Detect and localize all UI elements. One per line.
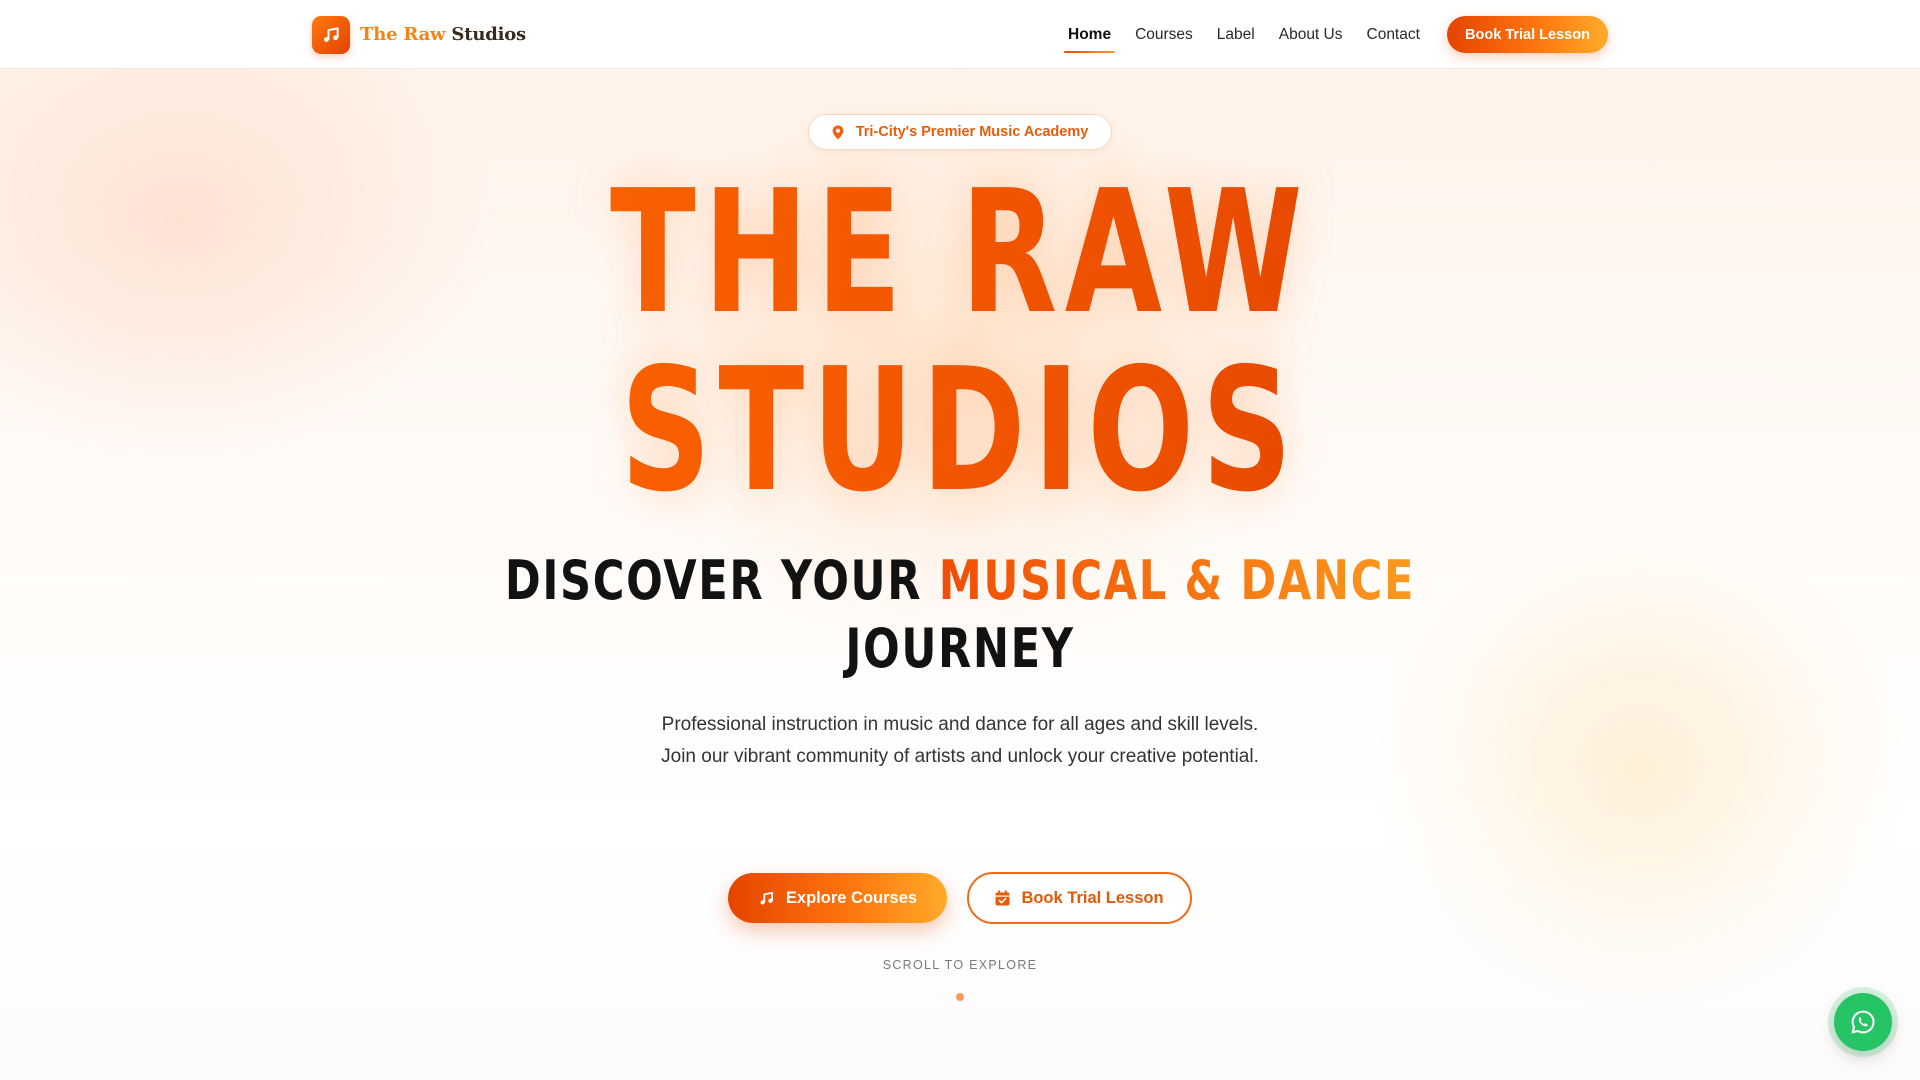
brand-logo-link[interactable]: The Raw Studios: [312, 15, 526, 54]
location-badge: Tri-City's Premier Music Academy: [808, 114, 1112, 150]
hero-description: Professional instruction in music and da…: [660, 709, 1260, 773]
book-trial-lesson-button[interactable]: Book Trial Lesson: [967, 872, 1192, 924]
hero-subtitle-highlight: MUSICAL & DANCE: [938, 549, 1416, 612]
brand-name-part2: Studios: [445, 24, 526, 45]
explore-courses-button[interactable]: Explore Courses: [728, 873, 947, 923]
scroll-indicator-dot[interactable]: [956, 993, 964, 1001]
hero-subtitle-prefix: DISCOVER YOUR: [504, 549, 939, 612]
navbar: The Raw Studios Home Courses Label About…: [0, 0, 1920, 69]
hero-description-line2: Join our vibrant community of artists an…: [661, 746, 1259, 767]
hero-section: Tri-City's Premier Music Academy THE RAW…: [0, 69, 1920, 1080]
location-badge-text: Tri-City's Premier Music Academy: [855, 124, 1089, 140]
scroll-hint: SCROLL TO EXPLORE: [882, 958, 1038, 972]
nav-link-contact[interactable]: Contact: [1359, 0, 1428, 69]
brand-name: The Raw Studios: [360, 24, 526, 45]
nav-link-about-us[interactable]: About Us: [1271, 0, 1351, 69]
music-note-icon: [312, 15, 350, 54]
hero-subtitle-suffix: JOURNEY: [845, 617, 1075, 680]
nav-link-courses[interactable]: Courses: [1127, 0, 1201, 69]
whatsapp-chat-button[interactable]: [1834, 993, 1892, 1051]
hero-title-line1: THE RAW: [610, 154, 1310, 352]
brand-name-part1: The Raw: [360, 24, 446, 45]
hero-title-line2: STUDIOS: [620, 332, 1300, 530]
main-nav: Home Courses Label About Us Contact: [1060, 0, 1436, 69]
hero-subtitle-line1: DISCOVER YOUR MUSICAL & DANCE: [192, 547, 1728, 615]
hero-description-line1: Professional instruction in music and da…: [661, 714, 1259, 735]
nav-link-label[interactable]: Label: [1209, 0, 1263, 69]
music-note-icon: [758, 890, 775, 907]
hero-subtitle: DISCOVER YOUR MUSICAL & DANCE JOURNEY: [192, 547, 1728, 683]
hero-title: THE RAW STUDIOS: [250, 164, 1671, 520]
explore-courses-label: Explore Courses: [785, 888, 918, 907]
calendar-check-icon: [995, 890, 1010, 906]
map-pin-icon: [832, 125, 844, 140]
book-trial-lesson-label: Book Trial Lesson: [1021, 888, 1164, 907]
whatsapp-icon: [1850, 1009, 1876, 1035]
nav-link-home[interactable]: Home: [1060, 0, 1119, 69]
nav-book-trial-button[interactable]: Book Trial Lesson: [1447, 16, 1608, 53]
